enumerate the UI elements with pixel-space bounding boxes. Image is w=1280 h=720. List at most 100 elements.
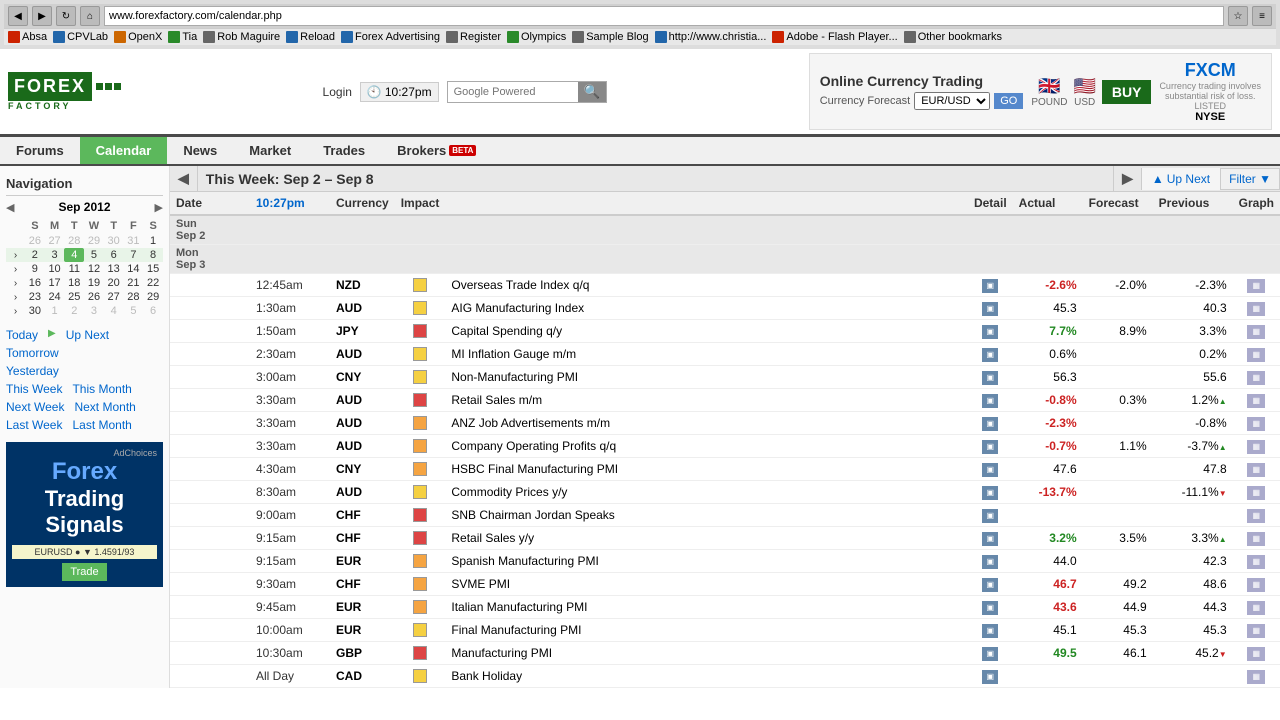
bookmark-star[interactable]: ☆	[1228, 6, 1248, 26]
cal-day[interactable]: 22	[143, 276, 163, 290]
detail-icon[interactable]: ▣	[982, 670, 998, 684]
graph-icon[interactable]: ▦	[1247, 279, 1265, 293]
detail-icon[interactable]: ▣	[982, 325, 998, 339]
event-graph[interactable]: ▦	[1233, 320, 1280, 343]
cal-day[interactable]: 9	[25, 262, 45, 276]
event-graph[interactable]: ▦	[1233, 596, 1280, 619]
bookmark-absa[interactable]: Absa	[8, 31, 47, 43]
event-detail[interactable]: ▣	[968, 366, 1013, 389]
link-up-next[interactable]: Up Next	[66, 328, 109, 342]
cal-day[interactable]: 29	[143, 290, 163, 304]
cal-day[interactable]: 6	[104, 248, 124, 262]
event-graph[interactable]: ▦	[1233, 504, 1280, 527]
cal-day[interactable]: 20	[104, 276, 124, 290]
graph-icon[interactable]: ▦	[1247, 371, 1265, 385]
cal-day[interactable]: 27	[45, 234, 65, 248]
graph-icon[interactable]: ▦	[1247, 348, 1265, 362]
graph-icon[interactable]: ▦	[1247, 302, 1265, 316]
cal-day[interactable]: 15	[143, 262, 163, 276]
graph-icon[interactable]: ▦	[1247, 624, 1265, 638]
cal-day[interactable]: 4	[104, 304, 124, 318]
cal-week-num[interactable]: ›	[6, 262, 25, 276]
sidebar-ad-button[interactable]: Trade	[12, 563, 157, 581]
link-last-month[interactable]: Last Month	[72, 418, 131, 432]
cal-day[interactable]: 1	[143, 234, 163, 248]
event-graph[interactable]: ▦	[1233, 274, 1280, 297]
detail-icon[interactable]: ▣	[982, 440, 998, 454]
graph-icon[interactable]: ▦	[1247, 555, 1265, 569]
cal-day[interactable]: 14	[124, 262, 144, 276]
event-graph[interactable]: ▦	[1233, 343, 1280, 366]
event-graph[interactable]: ▦	[1233, 527, 1280, 550]
cal-day[interactable]: 26	[25, 234, 45, 248]
cal-day[interactable]: 5	[124, 304, 144, 318]
event-detail[interactable]: ▣	[968, 596, 1013, 619]
event-detail[interactable]: ▣	[968, 481, 1013, 504]
event-graph[interactable]: ▦	[1233, 573, 1280, 596]
event-graph[interactable]: ▦	[1233, 619, 1280, 642]
bookmark-other[interactable]: Other bookmarks	[904, 31, 1002, 43]
home-button[interactable]: ⌂	[80, 6, 100, 26]
event-graph[interactable]: ▦	[1233, 665, 1280, 688]
event-graph[interactable]: ▦	[1233, 297, 1280, 320]
search-button[interactable]: 🔍	[578, 82, 607, 102]
nav-trades[interactable]: Trades	[307, 137, 381, 164]
event-detail[interactable]: ▣	[968, 389, 1013, 412]
browser-menu[interactable]: ≡	[1252, 6, 1272, 26]
refresh-button[interactable]: ↻	[56, 6, 76, 26]
detail-icon[interactable]: ▣	[982, 555, 998, 569]
event-detail[interactable]: ▣	[968, 435, 1013, 458]
event-detail[interactable]: ▣	[968, 458, 1013, 481]
cal-day[interactable]: 5	[84, 248, 104, 262]
link-today[interactable]: Today	[6, 328, 38, 342]
cal-week-num[interactable]: ›	[6, 304, 25, 318]
cal-week-num[interactable]: ›	[6, 290, 25, 304]
event-detail[interactable]: ▣	[968, 343, 1013, 366]
event-detail[interactable]: ▣	[968, 619, 1013, 642]
event-graph[interactable]: ▦	[1233, 412, 1280, 435]
graph-icon[interactable]: ▦	[1247, 417, 1265, 431]
link-next-month[interactable]: Next Month	[74, 400, 135, 414]
event-graph[interactable]: ▦	[1233, 550, 1280, 573]
detail-icon[interactable]: ▣	[982, 578, 998, 592]
cal-day[interactable]: 10	[45, 262, 65, 276]
cal-day[interactable]: 18	[64, 276, 84, 290]
cal-day[interactable]: 27	[104, 290, 124, 304]
event-graph[interactable]: ▦	[1233, 458, 1280, 481]
event-detail[interactable]: ▣	[968, 412, 1013, 435]
cal-week-num[interactable]	[6, 234, 25, 248]
graph-icon[interactable]: ▦	[1247, 670, 1265, 684]
event-detail[interactable]: ▣	[968, 665, 1013, 688]
link-this-week[interactable]: This Week	[6, 382, 62, 396]
col-time-header[interactable]: 10:27pm	[250, 192, 330, 215]
graph-icon[interactable]: ▦	[1247, 394, 1265, 408]
cal-week-num[interactable]: ›	[6, 248, 25, 262]
next-week-button[interactable]: ▶	[1113, 166, 1141, 191]
bookmark-tia[interactable]: Tia	[168, 31, 197, 43]
bookmark-sample-blog[interactable]: Sample Blog	[572, 31, 648, 43]
cal-day[interactable]: 16	[25, 276, 45, 290]
forward-button[interactable]: ▶	[32, 6, 52, 26]
cal-day[interactable]: 17	[45, 276, 65, 290]
graph-icon[interactable]: ▦	[1247, 601, 1265, 615]
cal-next-month-btn[interactable]: ▶	[155, 201, 163, 214]
link-this-month[interactable]: This Month	[72, 382, 131, 396]
event-graph[interactable]: ▦	[1233, 389, 1280, 412]
detail-icon[interactable]: ▣	[982, 532, 998, 546]
cal-day[interactable]: 19	[84, 276, 104, 290]
graph-icon[interactable]: ▦	[1247, 440, 1265, 454]
bookmark-openx[interactable]: OpenX	[114, 31, 162, 43]
link-next-week[interactable]: Next Week	[6, 400, 64, 414]
cal-prev-month-btn[interactable]: ◀	[6, 201, 14, 214]
link-yesterday[interactable]: Yesterday	[6, 364, 59, 378]
cal-day[interactable]: 12	[84, 262, 104, 276]
detail-icon[interactable]: ▣	[982, 417, 998, 431]
nav-news[interactable]: News	[167, 137, 233, 164]
detail-icon[interactable]: ▣	[982, 463, 998, 477]
cal-day[interactable]: 24	[45, 290, 65, 304]
event-detail[interactable]: ▣	[968, 573, 1013, 596]
cal-day[interactable]: 2	[64, 304, 84, 318]
graph-icon[interactable]: ▦	[1247, 509, 1265, 523]
event-graph[interactable]: ▦	[1233, 366, 1280, 389]
link-tomorrow[interactable]: Tomorrow	[6, 346, 59, 360]
